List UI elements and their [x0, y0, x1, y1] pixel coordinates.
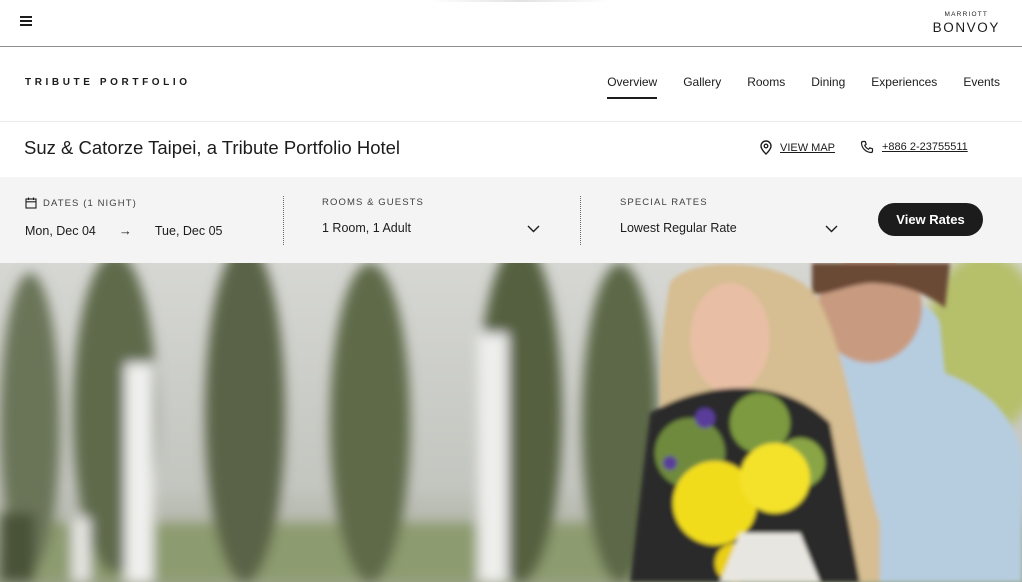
field-divider: [580, 196, 581, 245]
hero-photo: [0, 263, 1022, 582]
rooms-guests-label: ROOMS & GUESTS: [322, 197, 424, 208]
marriott-bonvoy-logo[interactable]: MARRIOTT BONVOY: [932, 11, 1000, 35]
nav-experiences[interactable]: Experiences: [871, 75, 937, 99]
calendar-icon: [25, 197, 37, 209]
brand-navigation-bar: TRIBUTE PORTFOLIO Overview Gallery Rooms…: [0, 47, 1022, 122]
top-divider: [430, 0, 610, 2]
nav-events[interactable]: Events: [963, 75, 1000, 99]
brand-logo[interactable]: TRIBUTE PORTFOLIO: [25, 77, 191, 88]
check-in-date: Mon, Dec 04: [25, 223, 96, 238]
chevron-down-icon: [527, 225, 540, 233]
map-pin-icon: [760, 140, 772, 155]
dates-label-row: DATES (1 NIGHT): [25, 197, 223, 209]
logo-big-text: BONVOY: [932, 19, 1000, 35]
hotel-header: Suz & Catorze Taipei, a Tribute Portfoli…: [0, 122, 1022, 177]
phone-number: +886 2-23755511: [882, 141, 968, 153]
special-rates-label: SPECIAL RATES: [620, 197, 708, 208]
nav-dining[interactable]: Dining: [811, 75, 845, 99]
dates-selector[interactable]: DATES (1 NIGHT) Mon, Dec 04 → Tue, Dec 0…: [25, 197, 223, 238]
booking-bar: DATES (1 NIGHT) Mon, Dec 04 → Tue, Dec 0…: [0, 177, 1022, 263]
hotel-title: Suz & Catorze Taipei, a Tribute Portfoli…: [24, 137, 401, 158]
top-bar: MARRIOTT BONVOY: [0, 0, 1022, 47]
phone-icon: [860, 140, 874, 154]
view-rates-button[interactable]: View Rates: [878, 203, 983, 236]
logo-small-text: MARRIOTT: [944, 11, 989, 18]
phone-link[interactable]: +886 2-23755511: [860, 140, 968, 154]
nav-gallery[interactable]: Gallery: [683, 75, 721, 99]
view-map-link[interactable]: VIEW MAP: [760, 140, 835, 155]
dates-values: Mon, Dec 04 → Tue, Dec 05: [25, 223, 223, 238]
field-divider: [283, 196, 284, 245]
view-map-label: VIEW MAP: [780, 141, 836, 154]
rooms-guests-dropdown[interactable]: ROOMS & GUESTS 1 Room, 1 Adult: [322, 197, 542, 235]
hotel-nav: Overview Gallery Rooms Dining Experience…: [581, 75, 1000, 99]
special-rates-dropdown[interactable]: SPECIAL RATES Lowest Regular Rate: [620, 197, 840, 235]
special-rates-value: Lowest Regular Rate: [620, 221, 737, 235]
dates-label: DATES (1 NIGHT): [43, 197, 137, 209]
rooms-guests-value: 1 Room, 1 Adult: [322, 221, 411, 235]
chevron-down-icon: [825, 225, 838, 233]
nav-overview[interactable]: Overview: [607, 75, 658, 99]
hero-image: [0, 263, 1022, 582]
hamburger-menu-icon[interactable]: [20, 16, 32, 28]
check-out-date: Tue, Dec 05: [154, 223, 223, 238]
nav-rooms[interactable]: Rooms: [747, 75, 785, 99]
date-arrow-icon: →: [118, 223, 132, 238]
